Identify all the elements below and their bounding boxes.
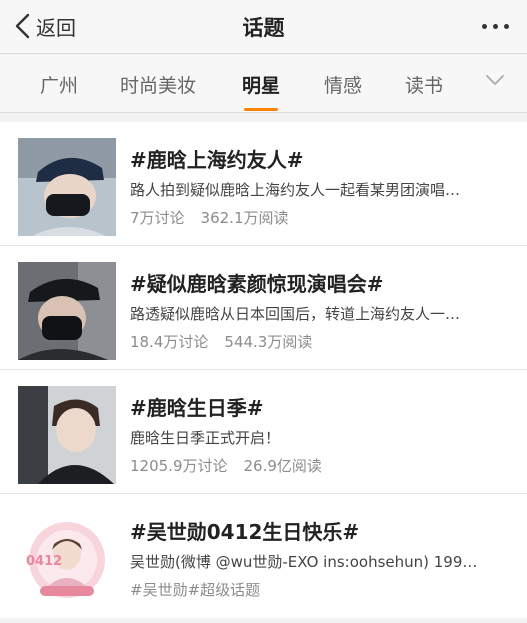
- active-tab-indicator: [244, 108, 278, 111]
- read-count: 544.3万阅读: [224, 333, 313, 351]
- category-tabs: 广州 时尚美妆 明星 情感 读书: [0, 55, 527, 113]
- topic-title: #吴世勋0412生日快乐#: [130, 520, 360, 544]
- read-count: 26.9亿阅读: [243, 457, 322, 475]
- topic-stats: 7万讨论 362.1万阅读: [130, 207, 289, 228]
- topic-thumbnail: 0412: [18, 510, 116, 608]
- tab-reading[interactable]: 读书: [405, 71, 443, 98]
- topic-stats: 18.4万讨论 544.3万阅读: [130, 331, 312, 352]
- topic-list: #鹿晗上海约友人# 路人拍到疑似鹿晗上海约友人一起看某男团演唱… 7万讨论 362…: [0, 122, 527, 618]
- topic-description: 路人拍到疑似鹿晗上海约友人一起看某男团演唱…: [130, 181, 461, 199]
- page-title: 话题: [242, 16, 285, 40]
- tab-celebrity[interactable]: 明星: [242, 71, 280, 111]
- topic-title: #鹿晗上海约友人#: [130, 148, 304, 172]
- chevron-down-icon[interactable]: [485, 73, 505, 87]
- tab-emotion[interactable]: 情感: [324, 71, 362, 98]
- topic-item[interactable]: 0412 #吴世勋0412生日快乐# 吴世勋(微博 @wu世勋-EXO ins:…: [0, 494, 527, 618]
- topic-thumbnail: [18, 262, 116, 360]
- tab-fashion-beauty[interactable]: 时尚美妆: [120, 71, 196, 98]
- topic-item[interactable]: #鹿晗上海约友人# 路人拍到疑似鹿晗上海约友人一起看某男团演唱… 7万讨论 362…: [0, 122, 527, 246]
- badge-text: 0412: [26, 554, 62, 569]
- topic-item[interactable]: #疑似鹿晗素颜惊现演唱会# 路透疑似鹿晗从日本回国后，转道上海约友人一… 18.…: [0, 246, 527, 370]
- topic-description: 路透疑似鹿晗从日本回国后，转道上海约友人一…: [130, 305, 461, 323]
- topic-thumbnail: [18, 138, 116, 236]
- more-options-icon[interactable]: [482, 14, 509, 38]
- nav-bar: 返回 话题: [0, 0, 527, 54]
- topic-tags: #吴世勋#超级话题: [130, 581, 261, 599]
- topic-item[interactable]: #鹿晗生日季# 鹿晗生日季正式开启！ 1205.9万讨论 26.9亿阅读: [0, 370, 527, 494]
- topic-description: 吴世勋(微博 @wu世勋-EXO ins:oohsehun) 199…: [130, 553, 478, 571]
- topic-stats: 1205.9万讨论 26.9亿阅读: [130, 455, 322, 476]
- topic-description: 鹿晗生日季正式开启！: [130, 429, 281, 447]
- discussion-count: 1205.9万讨论: [130, 457, 228, 475]
- tab-guangzhou[interactable]: 广州: [40, 71, 78, 98]
- topic-title: #疑似鹿晗素颜惊现演唱会#: [130, 272, 384, 296]
- read-count: 362.1万阅读: [200, 209, 289, 227]
- topic-thumbnail: [18, 386, 116, 484]
- discussion-count: 7万讨论: [130, 209, 185, 227]
- topic-title: #鹿晗生日季#: [130, 396, 264, 420]
- discussion-count: 18.4万讨论: [130, 333, 209, 351]
